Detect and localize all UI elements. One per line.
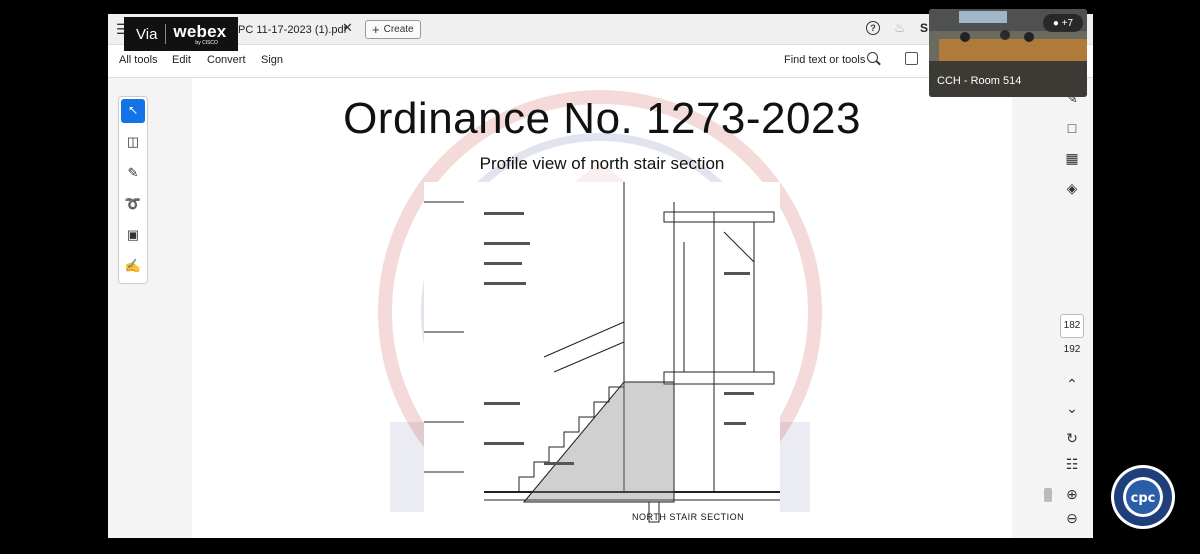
left-tool-rail: ⭦ ◫ ✎ ➰ ▣ ✍ bbox=[108, 78, 188, 538]
quick-tools-panel: ⭦ ◫ ✎ ➰ ▣ ✍ bbox=[118, 96, 148, 284]
page-up-icon[interactable]: ⌃ bbox=[1062, 374, 1082, 394]
current-page-field[interactable]: 182 bbox=[1060, 314, 1084, 338]
page-down-icon[interactable]: ⌄ bbox=[1062, 398, 1082, 418]
stair-section-drawing bbox=[424, 182, 780, 538]
fill-sign-icon[interactable]: ✍ bbox=[121, 254, 145, 278]
create-button-label: Create bbox=[383, 24, 414, 35]
page-info-icon[interactable]: ☷ bbox=[1062, 454, 1082, 474]
webex-branding: Via webex by CISCO bbox=[124, 17, 238, 51]
document-tab[interactable]: PC 11-17-2023 (1).pdf bbox=[238, 18, 358, 42]
close-tab-icon[interactable]: ✕ bbox=[342, 20, 353, 36]
cisco-logo-text: by CISCO bbox=[195, 39, 218, 46]
thumbnails-grid-icon[interactable]: ▦ bbox=[1062, 148, 1082, 168]
create-button[interactable]: + Create bbox=[365, 20, 421, 39]
highlight-pen-icon[interactable]: ✎ bbox=[121, 161, 145, 185]
menu-convert[interactable]: Convert bbox=[207, 54, 246, 66]
city-of-cleveland-seal-logo: cpc bbox=[1111, 465, 1175, 529]
total-pages: 192 bbox=[1063, 344, 1081, 355]
participant-count-badge[interactable]: ● +7 bbox=[1043, 14, 1083, 32]
via-label: Via bbox=[136, 25, 158, 43]
menu-all-tools[interactable]: All tools bbox=[119, 54, 158, 66]
slide-title: Ordinance No. 1273-2023 bbox=[343, 94, 861, 143]
zoom-out-icon[interactable]: ⊖ bbox=[1062, 508, 1082, 528]
person-icon: ● bbox=[1052, 17, 1062, 29]
participant-count: +7 bbox=[1061, 17, 1074, 29]
slide-subtitle: Profile view of north stair section bbox=[479, 154, 725, 173]
scroll-thumb[interactable] bbox=[1044, 488, 1052, 502]
avatar[interactable]: S bbox=[920, 21, 928, 35]
text-box-icon[interactable]: ▣ bbox=[121, 223, 145, 247]
save-icon[interactable] bbox=[905, 52, 918, 65]
document-area[interactable]: Ordinance No. 1273-2023 Profile view of … bbox=[188, 78, 1048, 538]
vertical-scrollbar[interactable] bbox=[1042, 78, 1052, 538]
menu-edit[interactable]: Edit bbox=[172, 54, 191, 66]
add-comment-icon[interactable]: ◫ bbox=[121, 130, 145, 154]
search-icon[interactable] bbox=[867, 52, 878, 63]
pdf-page: Ordinance No. 1273-2023 Profile view of … bbox=[192, 78, 1012, 538]
right-rail: ✎ □ ▦ ◈ 182 192 ⌃ ⌄ ↻ ☷ ⊕ ⊖ bbox=[1052, 78, 1093, 538]
select-cursor-icon[interactable]: ⭦ bbox=[121, 99, 145, 123]
drawing-caption: NORTH STAIR SECTION bbox=[632, 512, 745, 522]
branding-divider bbox=[165, 24, 167, 44]
room-label: CCH - Room 514 bbox=[937, 75, 1022, 87]
zoom-in-icon[interactable]: ⊕ bbox=[1062, 484, 1082, 504]
svg-text:cpc: cpc bbox=[1131, 491, 1156, 506]
find-text-or-tools[interactable]: Find text or tools bbox=[784, 54, 865, 66]
refresh-icon[interactable]: ↻ bbox=[1062, 428, 1082, 448]
bell-icon[interactable]: ♨ bbox=[894, 20, 906, 36]
draw-freehand-icon[interactable]: ➰ bbox=[121, 192, 145, 216]
webex-logo-text: webex bbox=[173, 21, 227, 41]
bookmark-icon[interactable]: □ bbox=[1062, 118, 1082, 138]
layers-icon[interactable]: ◈ bbox=[1062, 178, 1082, 198]
help-icon[interactable]: ? bbox=[866, 21, 880, 35]
participant-video-tile[interactable]: ● +7 CCH - Room 514 bbox=[929, 9, 1087, 97]
menu-sign[interactable]: Sign bbox=[261, 54, 283, 66]
document-tab-title: PC 11-17-2023 (1).pdf bbox=[238, 24, 347, 36]
plus-icon: + bbox=[372, 22, 380, 37]
